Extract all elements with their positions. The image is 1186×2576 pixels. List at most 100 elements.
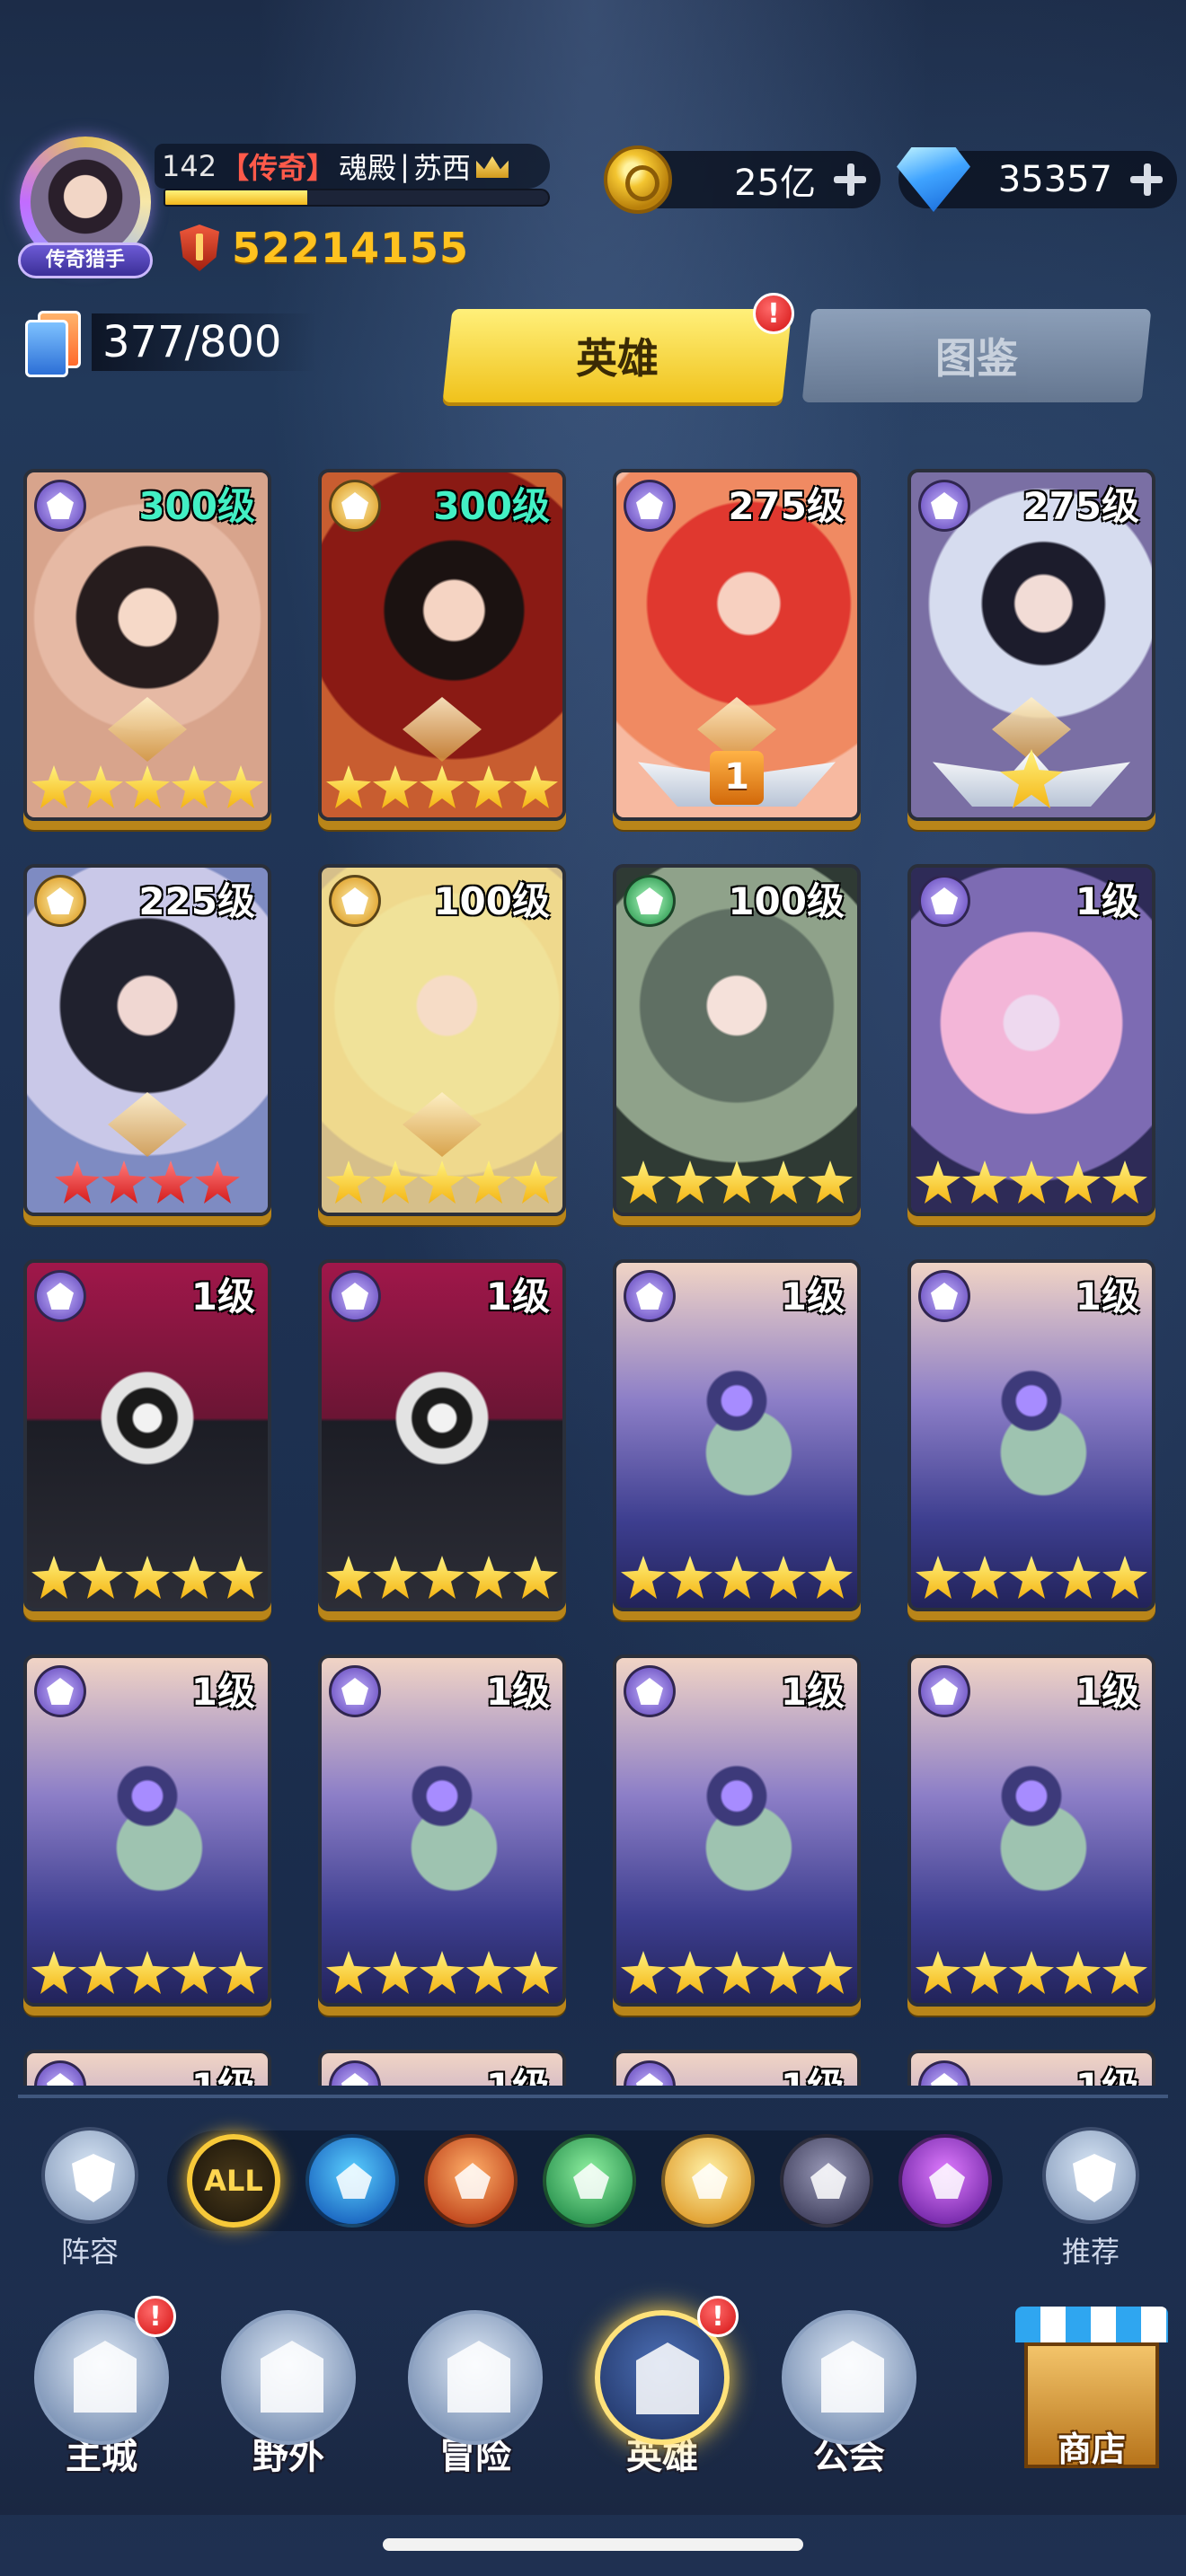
hero-card[interactable]: 1级	[907, 1259, 1155, 1611]
hero-level: 100级	[728, 879, 845, 923]
tab-heroes[interactable]: 英雄	[442, 309, 792, 402]
star-rating	[911, 1556, 1152, 1599]
light-faction-icon	[34, 875, 86, 927]
hero-card[interactable]: 1级	[318, 1654, 566, 2007]
hero-card[interactable]: 1级	[907, 864, 1155, 1216]
nav-guild[interactable]: 公会	[773, 2310, 925, 2499]
hero-card[interactable]: 100级	[613, 864, 861, 1216]
filter-all[interactable]: ALL	[187, 2134, 280, 2228]
star-icon	[373, 765, 418, 808]
star-rating	[911, 1951, 1152, 1994]
info-separator: |	[400, 149, 410, 183]
hero-level: 1级	[780, 1275, 845, 1319]
nav-wild[interactable]: 野外	[212, 2310, 365, 2499]
hero-level: 1级	[485, 1670, 550, 1714]
thumbs-up-icon	[1042, 2127, 1139, 2224]
star-icon	[172, 1951, 217, 1994]
avatar-title-badge: 传奇猎手	[18, 243, 153, 278]
filter-dark-icon[interactable]	[780, 2134, 873, 2228]
star-rating	[322, 1556, 562, 1599]
dark-faction-icon	[34, 1270, 86, 1322]
dark-faction-icon	[34, 1665, 86, 1717]
star-icon	[125, 765, 170, 808]
hero-level: 300级	[138, 484, 255, 528]
star-rating	[911, 1160, 1152, 1204]
light-faction-icon	[692, 2163, 728, 2199]
hero-card[interactable]: 100级	[318, 864, 566, 1216]
tab-codex[interactable]: 图鉴	[801, 309, 1152, 402]
star-icon	[172, 1556, 217, 1599]
hero-card[interactable]: 1级	[318, 1259, 566, 1611]
star-icon	[1009, 1556, 1054, 1599]
star-icon	[714, 1556, 759, 1599]
portal-icon	[221, 2310, 356, 2445]
recommend-button[interactable]: 推荐	[1037, 2127, 1145, 2271]
xp-bar	[164, 189, 550, 207]
dark-faction-icon	[624, 1270, 676, 1322]
nav-main-city[interactable]: 主城	[25, 2310, 178, 2499]
star-icon	[962, 1951, 1007, 1994]
nav-adventure[interactable]: 冒险	[399, 2310, 552, 2499]
nav-heroes[interactable]: 英雄	[586, 2310, 739, 2499]
hero-grid[interactable]: 300级 300级 275级 1 275级 225级 100级 100级 1级 1级 1级 1级 1级 1…	[23, 469, 1163, 2086]
hero-card[interactable]: 1级	[907, 1654, 1155, 2007]
lineup-button[interactable]: 阵容	[36, 2127, 144, 2271]
filter-water-icon[interactable]	[305, 2134, 399, 2228]
hero-level: 100级	[433, 879, 550, 923]
star-icon	[1102, 1951, 1147, 1994]
banner-icon	[782, 2310, 916, 2445]
hero-level: 1级	[1075, 879, 1139, 923]
star-icon	[1056, 1951, 1101, 1994]
dark-faction-icon	[918, 1665, 970, 1717]
hero-level: 1级	[1075, 2057, 1139, 2086]
divider	[18, 2095, 1168, 2098]
hero-card[interactable]: 275级 1	[613, 469, 861, 821]
star-icon	[102, 1160, 146, 1204]
star-icon	[916, 1951, 960, 1994]
star-icon	[218, 765, 263, 808]
filter-light-icon[interactable]	[661, 2134, 755, 2228]
hero-card[interactable]: 300级	[318, 469, 566, 821]
star-icon	[78, 1951, 123, 1994]
hero-card[interactable]: 1级	[613, 2050, 861, 2086]
star-icon	[513, 765, 558, 808]
hero-level: 1级	[1075, 1275, 1139, 1319]
dark-faction-icon	[624, 1665, 676, 1717]
nav-heroes-alert-badge: !	[697, 2296, 739, 2337]
star-icon	[962, 1556, 1007, 1599]
combat-power-value: 52214155	[232, 224, 470, 272]
tab-heroes-alert-badge: !	[753, 293, 794, 334]
hero-card[interactable]: 300级	[23, 469, 271, 821]
filter-fire-icon[interactable]	[424, 2134, 518, 2228]
hero-card[interactable]: 1级	[318, 2050, 566, 2086]
filter-nature-icon[interactable]	[543, 2134, 636, 2228]
hero-card[interactable]: 225级	[23, 864, 271, 1216]
player-avatar[interactable]: 传奇猎手	[13, 137, 158, 282]
star-icon	[808, 1556, 853, 1599]
hero-card[interactable]: 1级	[907, 2050, 1155, 2086]
add-coins-button[interactable]	[830, 160, 870, 199]
dark-faction-icon	[918, 480, 970, 532]
add-gems-button[interactable]	[1127, 160, 1166, 199]
hero-card[interactable]: 1级	[23, 1259, 271, 1611]
nav-shop[interactable]: 商店	[1015, 2307, 1168, 2504]
star-icon	[326, 1160, 371, 1204]
hero-card[interactable]: 1级	[613, 1259, 861, 1611]
star-icon	[513, 1556, 558, 1599]
filter-void-icon[interactable]	[898, 2134, 992, 2228]
star-icon	[125, 1951, 170, 1994]
shop-awning-icon	[1015, 2307, 1168, 2342]
avatar-portrait	[31, 147, 140, 257]
coin-icon	[604, 146, 672, 214]
star-icon	[466, 1951, 511, 1994]
player-rank-title: 【传奇】	[220, 151, 336, 185]
cards-icon	[25, 311, 81, 377]
hero-card[interactable]: 1级	[23, 2050, 271, 2086]
hero-card[interactable]: 1级	[613, 1654, 861, 2007]
player-info-bar: 142 【传奇】 魂殿 | 苏西	[155, 144, 550, 189]
star-icon	[1102, 1556, 1147, 1599]
hero-card[interactable]: 275级	[907, 469, 1155, 821]
hero-card[interactable]: 1级	[23, 1654, 271, 2007]
star-icon	[1009, 1160, 1054, 1204]
star-icon	[761, 1951, 806, 1994]
